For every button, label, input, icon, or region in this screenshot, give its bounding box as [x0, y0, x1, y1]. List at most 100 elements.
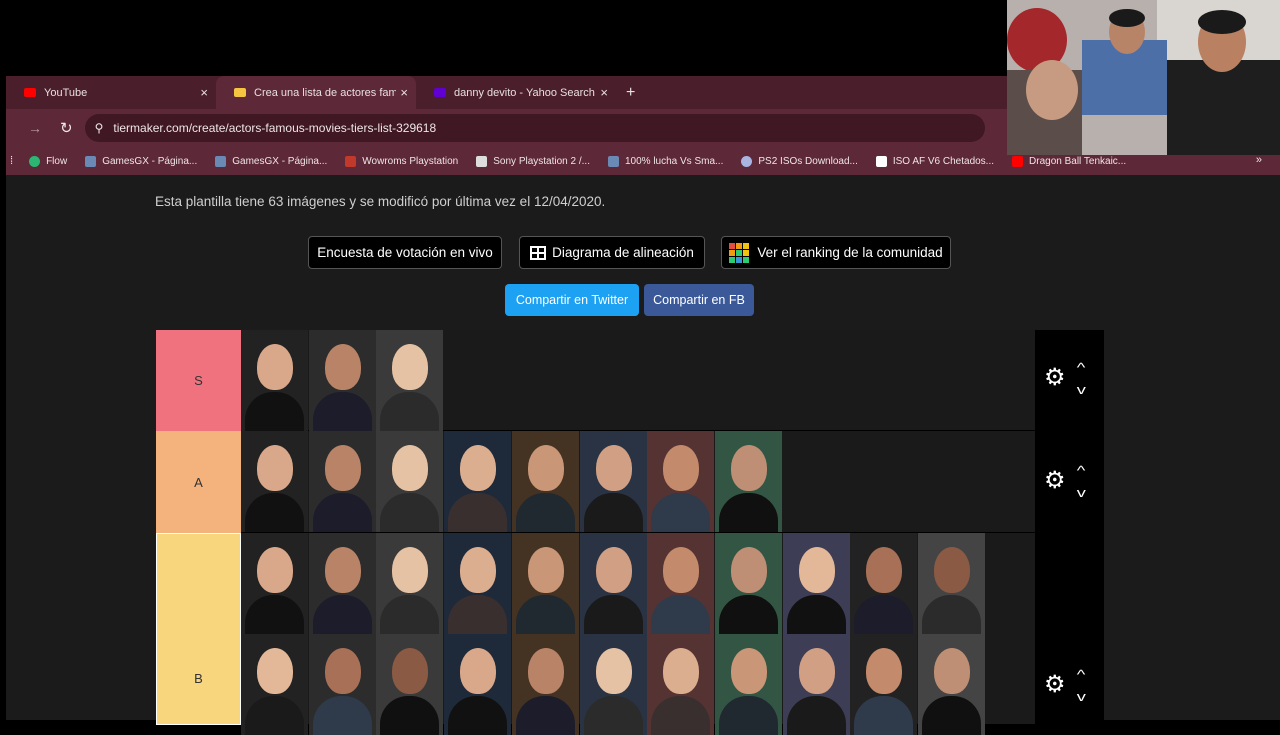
- site-info-icon[interactable]: ⚲: [95, 121, 104, 135]
- portrait-body: [651, 595, 711, 634]
- portrait-body: [245, 493, 304, 532]
- actor-portrait[interactable]: [308, 431, 376, 532]
- actor-portrait[interactable]: [850, 533, 918, 634]
- community-ranking-button[interactable]: Ver el ranking de la comunidad: [721, 236, 951, 269]
- portrait-face: [663, 445, 700, 491]
- more-bookmarks-icon[interactable]: »: [1256, 154, 1262, 166]
- bookmark-item[interactable]: GamesGX - Página...: [215, 155, 327, 167]
- share-fb-label: Compartir en FB: [653, 293, 745, 307]
- actor-portrait[interactable]: [308, 533, 376, 634]
- actor-portrait[interactable]: [376, 431, 444, 532]
- share-twitter-button[interactable]: Compartir en Twitter: [505, 284, 639, 316]
- live-poll-button[interactable]: Encuesta de votación en vivo: [308, 236, 502, 269]
- actor-portrait[interactable]: [511, 533, 579, 634]
- actor-portrait[interactable]: [376, 533, 444, 634]
- reload-icon[interactable]: ↻: [60, 119, 73, 137]
- chevron-up-icon[interactable]: ^: [1077, 667, 1086, 682]
- bookmark-icon: [29, 155, 41, 167]
- bookmark-item[interactable]: 100% lucha Vs Sma...: [607, 155, 723, 167]
- bookmark-item[interactable]: GamesGX - Página...: [85, 155, 198, 167]
- portrait-face: [324, 344, 361, 390]
- tab-yahoo[interactable]: danny devito - Yahoo Search T ×: [416, 76, 616, 109]
- actor-portrait[interactable]: [647, 431, 715, 532]
- bookmark-item[interactable]: Sony Playstation 2 /...: [476, 155, 590, 167]
- portrait-body: [922, 595, 981, 634]
- tab-title: Crea una lista de actores famo: [254, 86, 396, 99]
- actor-portrait[interactable]: [444, 431, 512, 532]
- tab-tiermaker[interactable]: Crea una lista de actores famo ×: [216, 76, 416, 109]
- bookmark-icon: [741, 155, 753, 167]
- portrait-body: [515, 595, 575, 634]
- actor-portrait[interactable]: [444, 533, 512, 634]
- tier-label-a[interactable]: A: [156, 431, 241, 533]
- close-icon[interactable]: ×: [600, 85, 608, 100]
- actor-portrait[interactable]: [782, 533, 850, 634]
- actor-portrait[interactable]: [579, 533, 647, 634]
- portrait-face: [866, 648, 903, 694]
- actor-portrait[interactable]: [376, 330, 444, 431]
- tier-items-s[interactable]: [241, 330, 1035, 431]
- actor-portrait[interactable]: [918, 533, 985, 634]
- chevron-down-icon[interactable]: v: [1077, 485, 1086, 500]
- tiermaker-page: Esta plantilla tiene 63 imágenes y se mo…: [6, 175, 1280, 735]
- forward-icon[interactable]: →: [28, 120, 42, 136]
- portrait-body: [380, 493, 440, 532]
- bookmark-icon: [345, 155, 357, 167]
- actor-portrait[interactable]: [241, 330, 308, 431]
- tier-items-b[interactable]: [241, 533, 1035, 735]
- portrait-body: [922, 696, 981, 735]
- alignment-chart-button[interactable]: Diagrama de alineación: [519, 236, 705, 269]
- apps-icon[interactable]: ⁞: [10, 155, 13, 167]
- portrait-body: [718, 696, 778, 735]
- gear-icon[interactable]: ⚙: [1044, 363, 1066, 392]
- portrait-face: [392, 344, 429, 390]
- actor-portrait[interactable]: [714, 431, 782, 532]
- bookmark-item[interactable]: Dragon Ball Tenkaic...: [1012, 155, 1127, 167]
- portrait-face: [257, 344, 293, 390]
- actor-portrait[interactable]: [647, 533, 715, 634]
- new-tab-button[interactable]: +: [626, 84, 635, 102]
- actor-portrait[interactable]: [308, 330, 376, 431]
- bookmark-item[interactable]: PS2 ISOs Download...: [741, 155, 858, 167]
- bookmark-item[interactable]: ISO AF V6 Chetados...: [875, 155, 994, 167]
- yahoo-icon: [434, 88, 446, 97]
- actor-portrait[interactable]: [511, 431, 579, 532]
- portrait-body: [245, 595, 304, 634]
- gear-icon[interactable]: ⚙: [1044, 670, 1066, 699]
- portrait-face: [730, 547, 767, 593]
- bookmark-item[interactable]: Flow: [29, 155, 68, 167]
- portrait-face: [257, 547, 293, 593]
- tier-controls-s: ⚙ ^ v: [1035, 330, 1104, 431]
- tier-label-s[interactable]: S: [156, 330, 241, 431]
- tier-items-a[interactable]: [241, 431, 1035, 533]
- tier-label-b[interactable]: B: [156, 533, 241, 725]
- chevron-down-icon[interactable]: v: [1077, 382, 1086, 397]
- tiermaker-icon: [234, 88, 246, 97]
- actor-portrait[interactable]: [714, 533, 782, 634]
- portrait-face: [798, 648, 835, 694]
- actor-portrait[interactable]: [241, 431, 308, 532]
- portrait-face: [595, 547, 632, 593]
- tab-title: YouTube: [44, 86, 88, 99]
- portrait-body: [786, 696, 846, 735]
- actor-portrait[interactable]: [241, 533, 308, 634]
- portrait-body: [448, 696, 508, 735]
- actor-portrait[interactable]: [579, 431, 647, 532]
- bookmark-label: GamesGX - Página...: [102, 155, 198, 167]
- chevron-down-icon[interactable]: v: [1077, 689, 1086, 704]
- chevron-up-icon[interactable]: ^: [1077, 463, 1086, 478]
- bookmark-icon: [85, 155, 97, 167]
- bookmark-label: Flow: [46, 155, 68, 167]
- close-icon[interactable]: ×: [400, 85, 408, 100]
- portrait-face: [392, 547, 429, 593]
- bookmark-item[interactable]: Wowroms Playstation: [345, 155, 458, 167]
- close-icon[interactable]: ×: [200, 85, 208, 100]
- tab-youtube[interactable]: YouTube ×: [6, 76, 216, 109]
- share-fb-button[interactable]: Compartir en FB: [644, 284, 754, 316]
- portrait-body: [312, 392, 372, 431]
- chevron-up-icon[interactable]: ^: [1077, 360, 1086, 375]
- url-field[interactable]: ⚲ tiermaker.com/create/actors-famous-mov…: [84, 114, 985, 142]
- bookmark-label: Dragon Ball Tenkaic...: [1029, 155, 1127, 167]
- portrait-face: [527, 445, 564, 491]
- gear-icon[interactable]: ⚙: [1044, 466, 1066, 495]
